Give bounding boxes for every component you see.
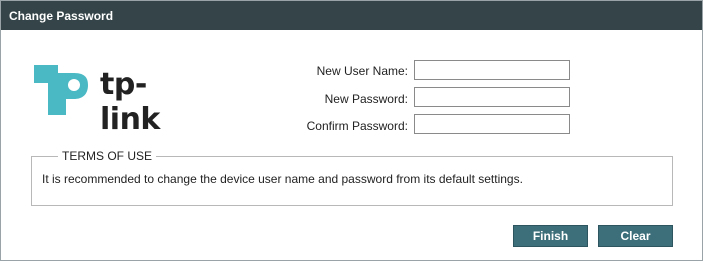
terms-of-use-text: It is recommended to change the device u… (42, 172, 523, 186)
new-password-label: New Password: (324, 92, 408, 106)
terms-of-use-box: TERMS OF USE It is recommended to change… (31, 149, 673, 206)
new-password-input[interactable] (414, 87, 570, 107)
change-password-dialog: Change Password tp-link New User Name: N… (0, 0, 703, 261)
new-user-name-input[interactable] (414, 60, 570, 80)
clear-button[interactable]: Clear (598, 225, 673, 247)
confirm-password-input[interactable] (414, 114, 570, 134)
tp-link-wordmark: tp-link (100, 67, 160, 137)
new-user-name-label: New User Name: (316, 64, 408, 78)
terms-of-use-heading: TERMS OF USE (58, 149, 157, 163)
tp-link-logo: tp-link (30, 53, 200, 137)
finish-button[interactable]: Finish (513, 225, 588, 247)
tp-link-logo-icon (30, 53, 92, 115)
dialog-titlebar: Change Password (1, 1, 702, 30)
confirm-password-label: Confirm Password: (306, 119, 408, 133)
dialog-title: Change Password (9, 9, 114, 23)
